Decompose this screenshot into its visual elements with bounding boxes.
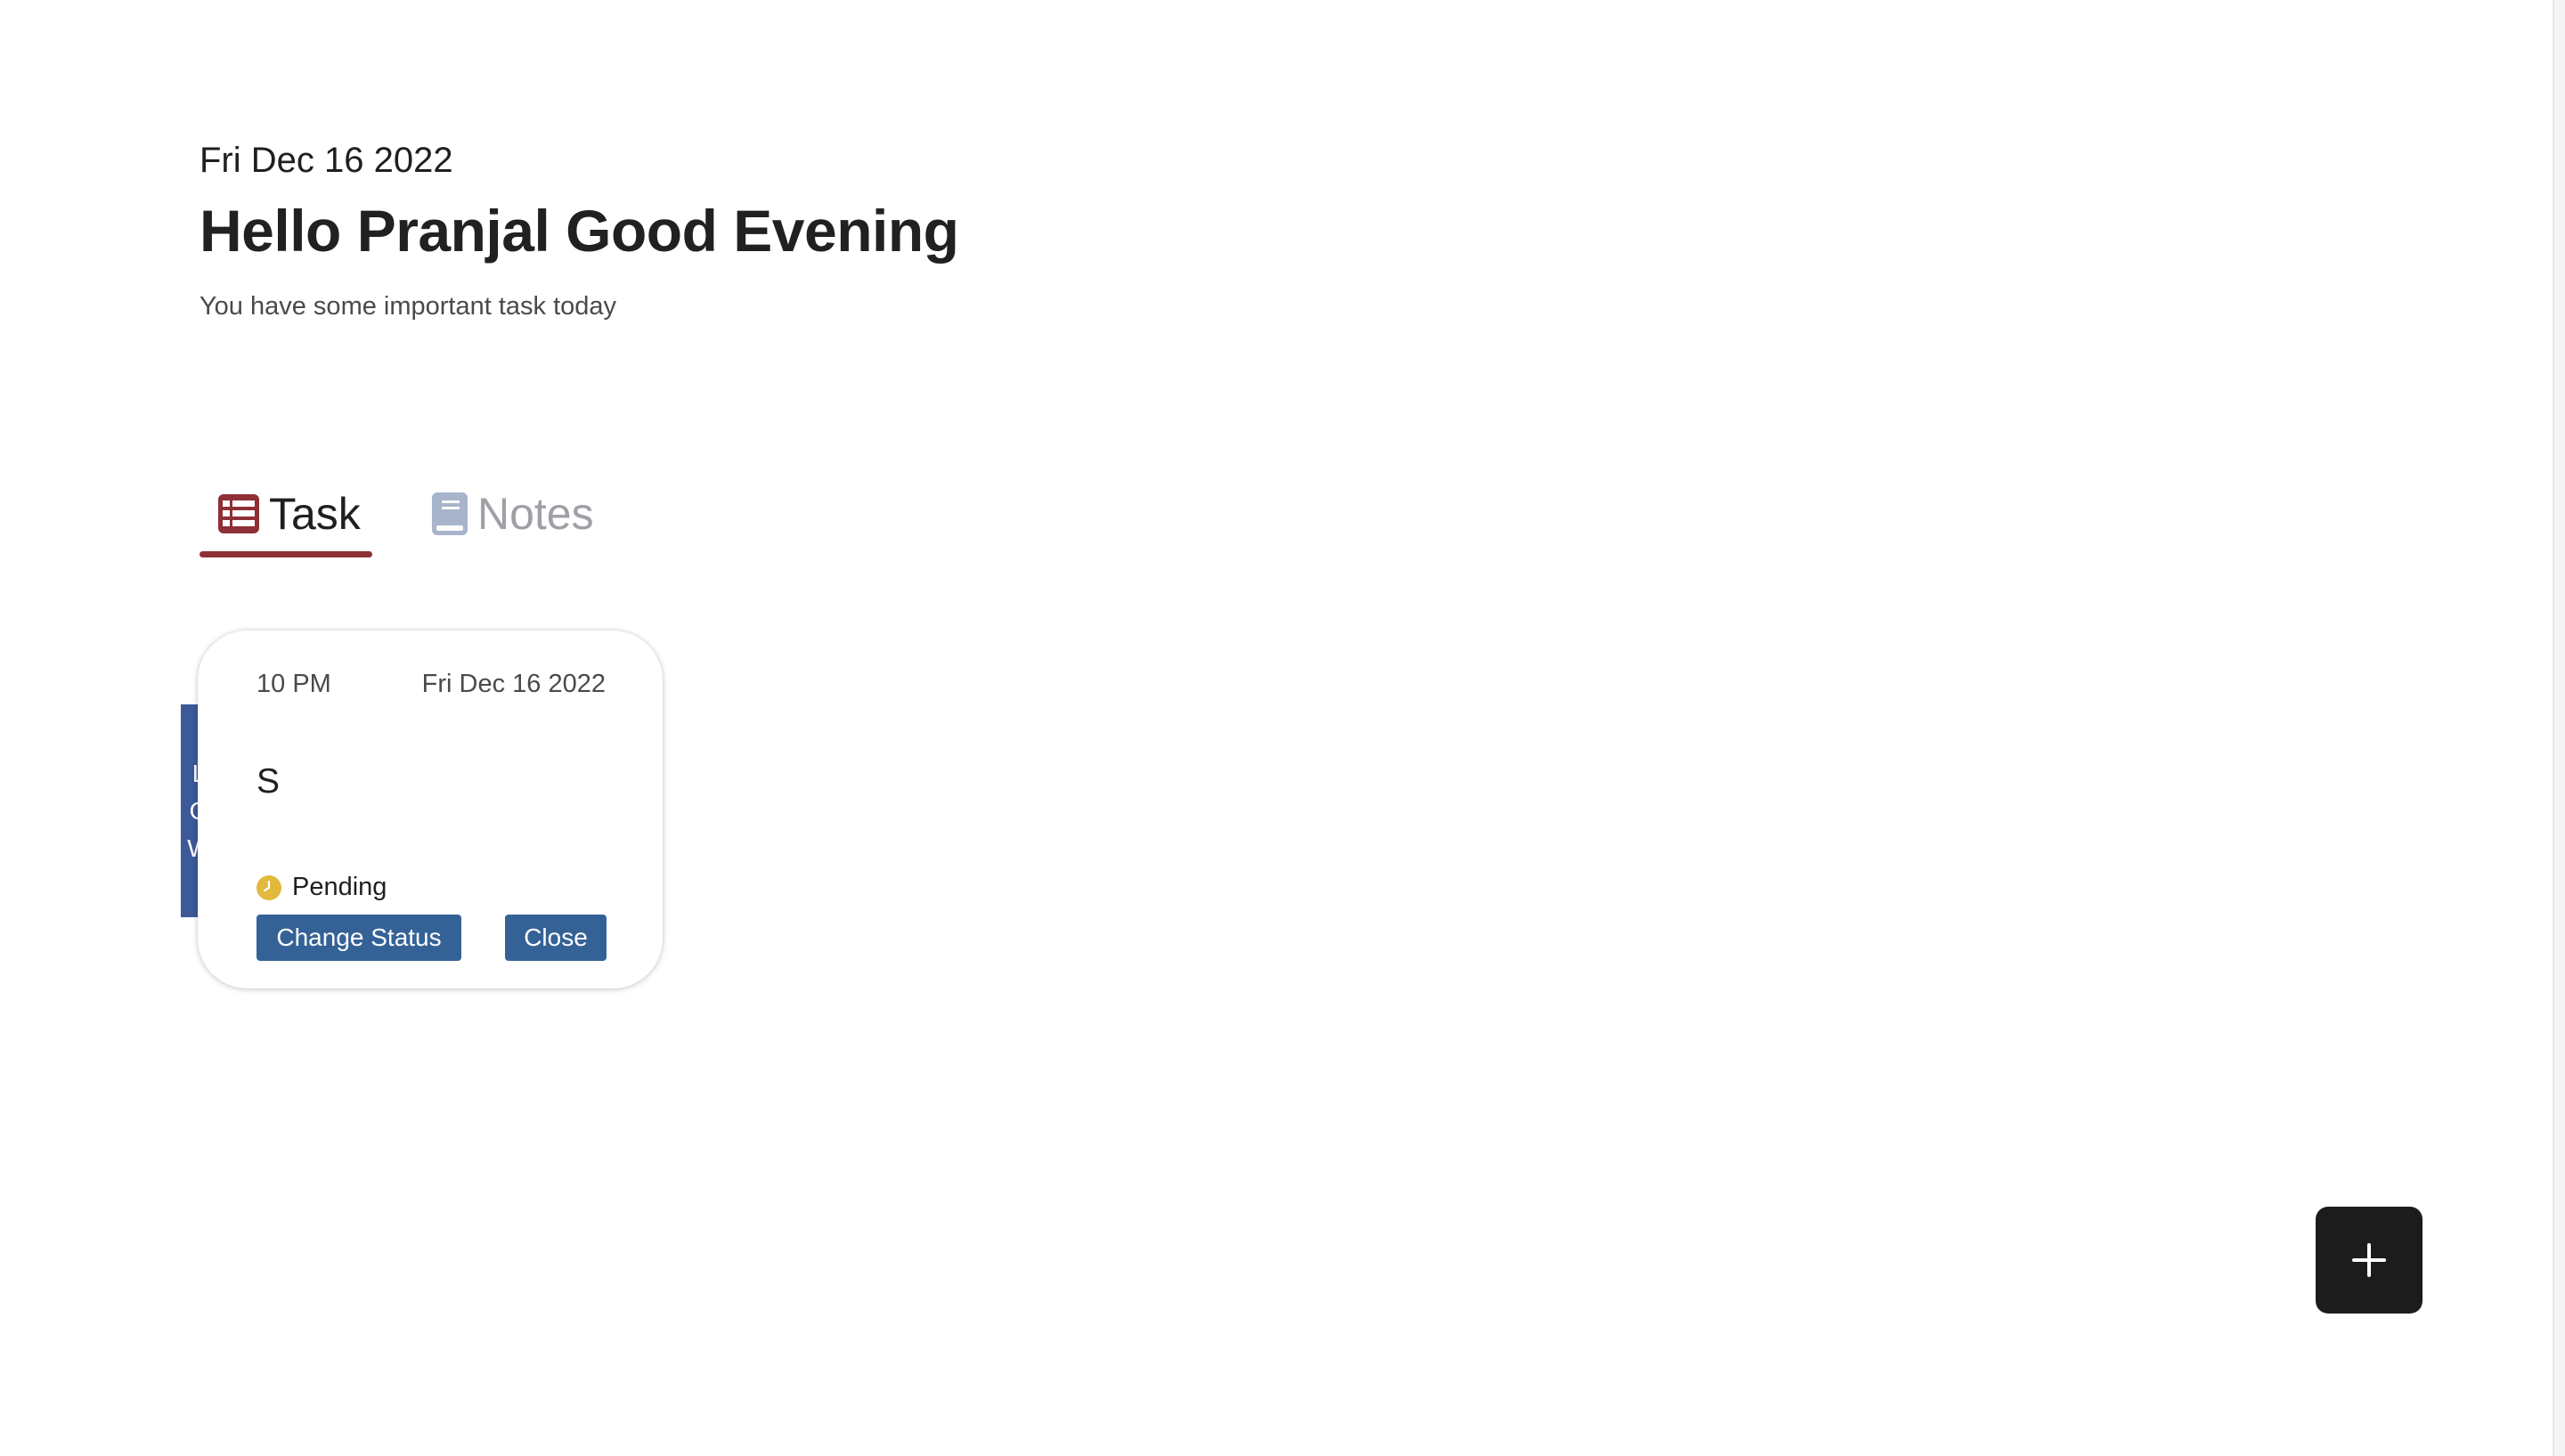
task-card: 10 PM Fri Dec 16 2022 S Pending Change S… [198, 630, 663, 988]
task-title: S [256, 762, 281, 801]
close-task-button[interactable]: Close [505, 915, 607, 961]
task-status: Pending [256, 873, 387, 902]
page-header: Fri Dec 16 2022 Hello Pranjal Good Eveni… [200, 141, 959, 321]
scrollbar[interactable] [2553, 0, 2565, 1456]
tab-notes-label: Notes [477, 489, 594, 539]
tab-task-label: Task [269, 489, 361, 539]
greeting-title: Hello Pranjal Good Evening [200, 198, 959, 264]
view-tabs: Task Notes [200, 481, 612, 566]
task-list-icon [217, 493, 260, 534]
plus-icon [2350, 1241, 2388, 1279]
notes-book-icon [431, 492, 468, 536]
change-status-button[interactable]: Change Status [256, 915, 461, 961]
add-task-button[interactable] [2316, 1207, 2422, 1314]
current-date: Fri Dec 16 2022 [200, 141, 453, 180]
task-date: Fri Dec 16 2022 [421, 670, 606, 698]
clock-icon [256, 874, 281, 900]
task-time: 10 PM [256, 670, 331, 698]
status-label: Pending [292, 873, 387, 901]
tab-task[interactable]: Task [200, 481, 372, 557]
tab-notes[interactable]: Notes [413, 481, 612, 547]
greeting-subtitle: You have some important task today [200, 292, 617, 321]
